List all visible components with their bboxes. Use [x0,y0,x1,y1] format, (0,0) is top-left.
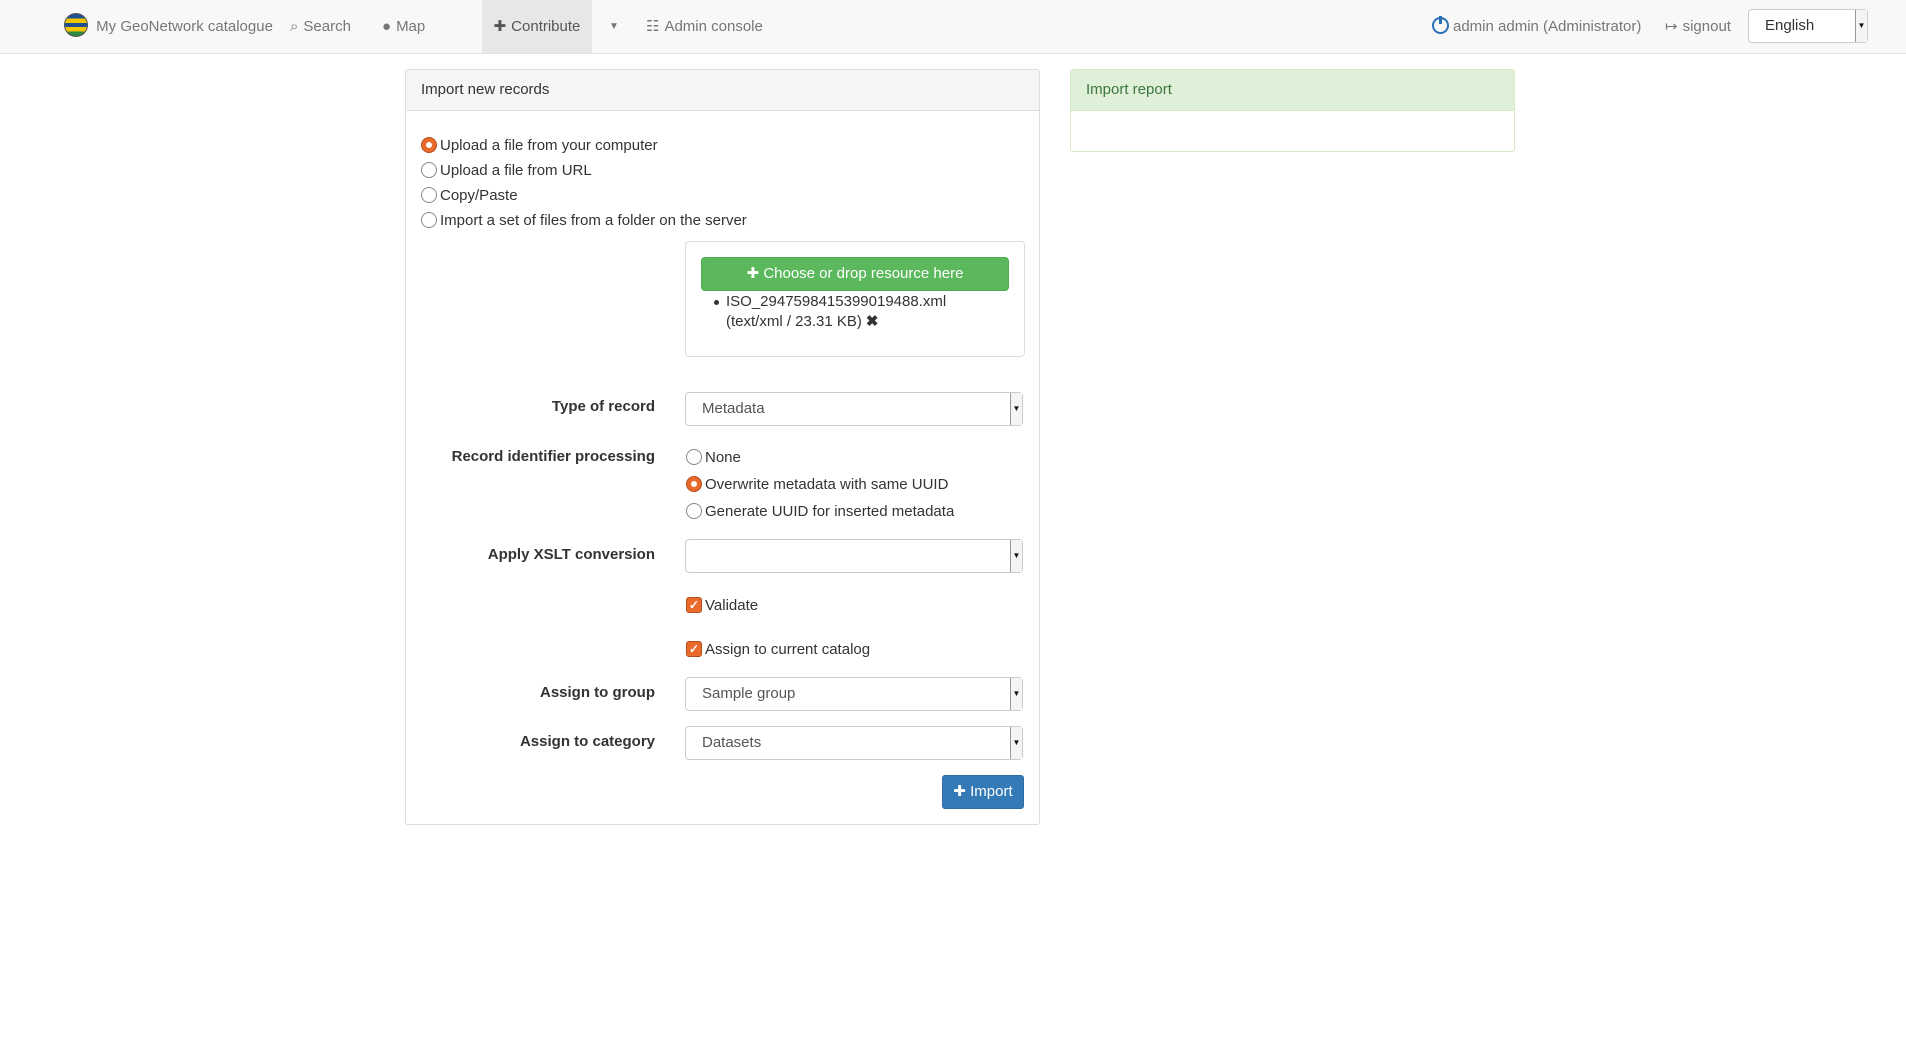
select-arrow-icon: ▼ [1855,10,1867,42]
globe-icon: ● [382,18,392,35]
uploaded-file-item: ISO_2947598415399019488.xml (text/xml / … [714,292,986,332]
record-identifier-label: Record identifier processing [451,448,655,465]
category-label: Assign to category [519,733,655,750]
checkbox-checked-icon[interactable]: ✓ [686,597,702,614]
radio-button[interactable] [421,212,437,229]
nav-signout-label: signout [1682,18,1731,35]
nav-search[interactable]: ⌕ Search [290,0,351,53]
top-navbar: My GeoNetwork catalogue ⌕ Search ● Map ✚ Co… [0,0,1906,54]
choose-resource-button[interactable]: ✚ Choose or drop resource here [701,257,1009,291]
nav-admin-label: Admin console [664,18,763,35]
source-option-label: Upload a file from your computer [440,137,658,154]
nav-user[interactable]: admin admin (Administrator) [1432,0,1641,53]
radio-button[interactable] [421,162,437,179]
brand-label: My GeoNetwork catalogue [96,18,273,35]
import-button-label: Import [970,783,1013,800]
file-dropzone[interactable]: ✚ Choose or drop resource here ISO_29475… [685,241,1025,357]
brand-link[interactable]: My GeoNetwork catalogue [64,0,273,53]
nav-search-label: Search [303,18,351,35]
validate-label: Validate [705,597,759,614]
select-arrow-icon: ▼ [1010,727,1022,759]
assign-catalog-option[interactable]: ✓ Assign to current catalog [686,639,870,661]
signout-icon: ↦ [1665,18,1678,35]
type-of-record-select[interactable]: Metadata ▼ [685,392,1023,426]
nav-map-label: Map [396,18,426,35]
group-label: Assign to group [540,684,655,701]
choose-resource-label: Choose or drop resource here [763,265,964,282]
assign-catalog-label: Assign to current catalog [705,641,871,658]
import-report-title: Import report [1071,70,1514,111]
source-option-copy-paste[interactable]: Copy/Paste [421,185,518,207]
grid-icon: ☷ [646,18,660,35]
nav-contribute-label: Contribute [511,18,581,35]
language-value: English [1765,17,1815,34]
import-panel-title: Import new records [406,70,1039,111]
identifier-option-generate[interactable]: Generate UUID for inserted metadata [686,501,954,523]
identifier-option-overwrite[interactable]: Overwrite metadata with same UUID [686,474,948,496]
identifier-option-label: Overwrite metadata with same UUID [705,476,949,493]
source-option-upload-computer[interactable]: Upload a file from your computer [421,135,658,157]
nav-admin-console[interactable]: ☷ Admin console [646,0,763,53]
import-report-panel: Import report [1070,69,1515,152]
validate-option[interactable]: ✓ Validate [686,595,758,617]
radio-button[interactable] [421,187,437,204]
power-icon [1432,16,1449,35]
contribute-dropdown-toggle[interactable]: ▼ [600,0,628,53]
import-button[interactable]: ✚ Import [942,775,1024,809]
search-icon: ⌕ [290,18,299,35]
xslt-label: Apply XSLT conversion [487,546,655,563]
xslt-select[interactable]: ▼ [685,539,1023,573]
source-option-label: Import a set of files from a folder on t… [440,212,747,229]
category-select[interactable]: Datasets ▼ [685,726,1023,760]
plus-icon: ✚ [493,18,507,35]
nav-user-label: admin admin (Administrator) [1453,18,1642,35]
file-meta: (text/xml / 23.31 KB) [726,313,862,330]
source-option-label: Upload a file from URL [440,162,592,179]
checkbox-checked-icon[interactable]: ✓ [686,641,702,658]
plus-icon: ✚ [953,783,966,800]
type-of-record-value: Metadata [702,400,765,417]
radio-button[interactable] [421,137,437,154]
nav-map[interactable]: ● Map [382,0,425,53]
type-of-record-label: Type of record [551,398,655,415]
source-option-label: Copy/Paste [440,187,518,204]
radio-button[interactable] [686,449,702,466]
file-name: ISO_2947598415399019488.xml [726,293,947,310]
geonetwork-logo-icon [64,13,88,38]
select-arrow-icon: ▼ [1010,540,1022,572]
category-value: Datasets [702,734,762,751]
radio-button[interactable] [686,476,702,493]
source-option-server-folder[interactable]: Import a set of files from a folder on t… [421,210,747,232]
nav-signout[interactable]: ↦ signout [1665,0,1731,53]
identifier-option-label: None [705,449,741,466]
group-value: Sample group [702,685,796,702]
source-option-upload-url[interactable]: Upload a file from URL [421,160,592,182]
select-arrow-icon: ▼ [1010,678,1022,710]
identifier-option-label: Generate UUID for inserted metadata [705,503,955,520]
language-select[interactable]: English ▼ [1748,9,1868,43]
nav-contribute[interactable]: ✚ Contribute [482,0,592,53]
remove-icon[interactable]: ✖ [866,313,879,330]
caret-down-icon: ▼ [609,21,619,32]
identifier-option-none[interactable]: None [686,447,741,469]
group-select[interactable]: Sample group ▼ [685,677,1023,711]
plus-icon: ✚ [746,265,760,282]
select-arrow-icon: ▼ [1010,393,1022,425]
radio-button[interactable] [686,503,702,520]
